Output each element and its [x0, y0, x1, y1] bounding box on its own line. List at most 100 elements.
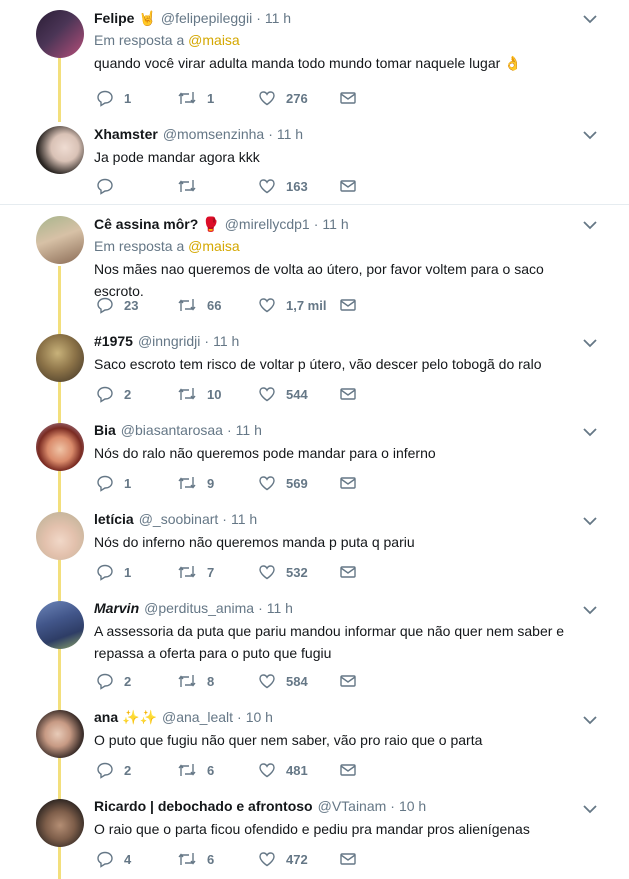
tweet[interactable]: Bia @biasantarosaa · 11 h Nós do ralo nã…	[0, 415, 629, 504]
direct-message-button[interactable]	[339, 89, 369, 107]
like-button[interactable]: 584	[258, 672, 339, 690]
reply-button[interactable]: 1	[96, 474, 177, 492]
retweet-button[interactable]: 7	[177, 563, 258, 581]
like-button[interactable]: 532	[258, 563, 339, 581]
display-name[interactable]: Ricardo | debochado e afrontoso	[94, 796, 313, 816]
user-handle[interactable]: @ana_lealt	[162, 707, 233, 727]
display-name[interactable]: letícia	[94, 509, 134, 529]
reply-button[interactable]: 2	[96, 385, 177, 403]
chevron-down-icon[interactable]	[581, 601, 599, 619]
reply-button[interactable]: 1	[96, 89, 177, 107]
retweet-button[interactable]: 9	[177, 474, 258, 492]
chevron-down-icon[interactable]	[581, 10, 599, 28]
retweet-button[interactable]: 6	[177, 761, 258, 779]
avatar[interactable]	[36, 799, 84, 847]
reply-button[interactable]: 23	[96, 296, 177, 314]
user-handle[interactable]: @inngridji	[138, 331, 200, 351]
chevron-down-icon[interactable]	[581, 334, 599, 352]
chevron-down-icon[interactable]	[581, 126, 599, 144]
direct-message-button[interactable]	[339, 296, 369, 314]
mention-link[interactable]: @maisa	[188, 238, 240, 254]
display-name[interactable]: Bia	[94, 420, 116, 440]
retweet-button[interactable]: 1	[177, 89, 258, 107]
user-handle[interactable]: @_soobinart	[139, 509, 219, 529]
direct-message-button[interactable]	[339, 474, 369, 492]
like-button[interactable]: 472	[258, 850, 339, 868]
display-name[interactable]: Felipe	[94, 8, 134, 28]
direct-message-button[interactable]	[339, 761, 369, 779]
tweet[interactable]: Felipe 🤘 @felipepileggii · 11 h Em respo…	[0, 0, 629, 120]
retweet-icon	[178, 853, 196, 865]
mail-icon	[340, 764, 356, 776]
avatar[interactable]	[36, 512, 84, 560]
timestamp[interactable]: 11 h	[267, 598, 293, 618]
direct-message-button[interactable]	[339, 385, 369, 403]
tweet[interactable]: Cê assina môr? 🥊 @mirellycdp1 · 11 h Em …	[0, 206, 629, 326]
tweet[interactable]: Marvin @perditus_anima · 11 h A assessor…	[0, 593, 629, 703]
user-handle[interactable]: @mirellycdp1	[225, 214, 310, 234]
chevron-down-icon[interactable]	[581, 512, 599, 530]
chevron-down-icon[interactable]	[581, 423, 599, 441]
chevron-down-icon[interactable]	[581, 800, 599, 818]
timestamp[interactable]: 11 h	[236, 420, 262, 440]
mention-link[interactable]: @maisa	[188, 32, 240, 48]
user-handle[interactable]: @momsenzinha	[163, 124, 264, 144]
avatar[interactable]	[36, 423, 84, 471]
display-name[interactable]: Marvin	[94, 598, 139, 618]
direct-message-button[interactable]	[339, 672, 369, 690]
retweet-button[interactable]: 8	[177, 672, 258, 690]
chevron-down-icon[interactable]	[581, 711, 599, 729]
tweet[interactable]: ana ✨✨ @ana_lealt · 10 h O puto que fugi…	[0, 703, 629, 792]
display-name[interactable]: ana	[94, 707, 118, 727]
direct-message-button[interactable]	[339, 563, 369, 581]
direct-message-button[interactable]	[339, 177, 369, 195]
tweet[interactable]: #1975 @inngridji · 11 h Saco escroto tem…	[0, 326, 629, 415]
retweet-count: 9	[207, 475, 215, 491]
user-handle[interactable]: @felipepileggii	[161, 8, 252, 28]
direct-message-button[interactable]	[339, 850, 369, 868]
user-handle[interactable]: @perditus_anima	[144, 598, 254, 618]
tweet[interactable]: letícia @_soobinart · 11 h Nós do infern…	[0, 504, 629, 593]
timestamp[interactable]: 11 h	[322, 214, 348, 234]
avatar[interactable]	[36, 126, 84, 174]
reply-button[interactable]	[96, 177, 177, 195]
reply-button[interactable]: 2	[96, 761, 177, 779]
retweet-button[interactable]	[177, 177, 258, 195]
separator-dot: ·	[222, 511, 227, 527]
retweet-icon	[178, 180, 196, 192]
timestamp[interactable]: 10 h	[246, 707, 273, 727]
display-name[interactable]: Cê assina môr?	[94, 214, 198, 234]
mail-icon	[340, 299, 356, 311]
retweet-button[interactable]: 10	[177, 385, 258, 403]
timestamp[interactable]: 11 h	[213, 331, 239, 351]
avatar[interactable]	[36, 10, 84, 58]
reply-button[interactable]: 4	[96, 850, 177, 868]
like-button[interactable]: 163	[258, 177, 339, 195]
display-name[interactable]: Xhamster	[94, 124, 158, 144]
like-button[interactable]: 481	[258, 761, 339, 779]
reply-button[interactable]: 2	[96, 672, 177, 690]
tweet[interactable]: Xhamster @momsenzinha · 11 h Ja pode man…	[0, 120, 629, 206]
timestamp[interactable]: 11 h	[265, 8, 291, 28]
reply-icon	[97, 673, 113, 690]
timestamp[interactable]: 11 h	[231, 509, 257, 529]
chevron-down-icon[interactable]	[581, 216, 599, 234]
like-button[interactable]: 276	[258, 89, 339, 107]
timestamp[interactable]: 11 h	[277, 124, 303, 144]
timestamp[interactable]: 10 h	[399, 796, 426, 816]
tweet[interactable]: Ricardo | debochado e afrontoso @VTainam…	[0, 792, 629, 879]
avatar[interactable]	[36, 334, 84, 382]
retweet-button[interactable]: 66	[177, 296, 258, 314]
avatar[interactable]	[36, 216, 84, 264]
like-button[interactable]: 544	[258, 385, 339, 403]
like-count: 1,7 mil	[286, 297, 327, 313]
avatar[interactable]	[36, 710, 84, 758]
like-button[interactable]: 569	[258, 474, 339, 492]
display-name[interactable]: #1975	[94, 331, 133, 351]
like-button[interactable]: 1,7 mil	[258, 296, 339, 314]
user-handle[interactable]: @VTainam	[318, 796, 387, 816]
reply-button[interactable]: 1	[96, 563, 177, 581]
user-handle[interactable]: @biasantarosaa	[121, 420, 223, 440]
retweet-button[interactable]: 6	[177, 850, 258, 868]
avatar[interactable]	[36, 601, 84, 649]
